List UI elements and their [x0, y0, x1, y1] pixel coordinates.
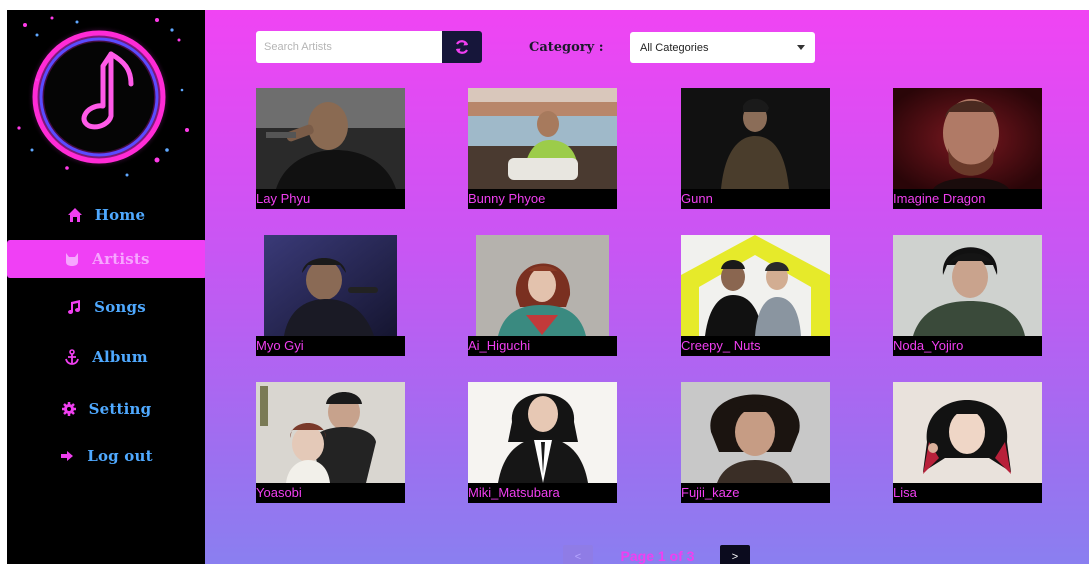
artist-photo	[256, 382, 405, 483]
category-select[interactable]: All Categories	[630, 32, 815, 63]
chevron-down-icon	[797, 45, 805, 50]
artist-name: Noda_Yojiro	[893, 336, 1042, 356]
page-indicator: Page 1 of 3	[620, 548, 695, 564]
sidebar-item-label: Log out	[87, 447, 153, 465]
artist-photo	[681, 88, 830, 189]
main-content: Category : All Categories Lay Phyu	[205, 10, 1089, 564]
sidebar-item-label: Home	[94, 206, 146, 224]
artist-card[interactable]: Noda_Yojiro	[893, 235, 1042, 356]
artist-card[interactable]: Bunny Phyoe	[468, 88, 617, 209]
sidebar-item-setting[interactable]: Setting	[7, 390, 205, 428]
artist-photo	[893, 382, 1042, 483]
artist-card[interactable]: Myo Gyi	[256, 235, 405, 356]
logout-icon	[59, 448, 75, 464]
next-page-button[interactable]: >	[720, 545, 750, 564]
artist-card[interactable]: Yoasobi	[256, 382, 405, 503]
sidebar-item-album[interactable]: Album	[7, 338, 205, 376]
artist-name: Ai_Higuchi	[468, 336, 617, 356]
artist-photo	[893, 88, 1042, 189]
sidebar-item-artists[interactable]: Artists	[7, 240, 207, 278]
artist-name: Yoasobi	[256, 483, 405, 503]
artist-name: Myo Gyi	[256, 336, 405, 356]
artist-name: Creepy_ Nuts	[681, 336, 830, 356]
category-label: Category :	[529, 40, 604, 55]
category-selected-value: All Categories	[640, 41, 709, 54]
artist-name: Miki_Matsubara	[468, 483, 617, 503]
artist-card[interactable]: Lisa	[893, 382, 1042, 503]
artist-photo	[468, 382, 617, 483]
artist-photo	[893, 235, 1042, 336]
artist-name: Lisa	[893, 483, 1042, 503]
artist-photo	[476, 235, 609, 336]
artist-card[interactable]: Imagine Dragon	[893, 88, 1042, 209]
sidebar-item-logout[interactable]: Log out	[7, 437, 205, 475]
gear-icon	[61, 401, 77, 417]
artist-photo	[681, 235, 830, 336]
sidebar: Home Artists Songs Album Setting Log out	[7, 10, 207, 564]
sidebar-item-label: Songs	[94, 298, 146, 316]
artist-card[interactable]: Lay Phyu	[256, 88, 405, 209]
artist-photo	[468, 88, 617, 189]
cat-icon	[64, 251, 80, 267]
artist-name: Imagine Dragon	[893, 189, 1042, 209]
artist-photo	[681, 382, 830, 483]
artist-photo	[264, 235, 397, 336]
sidebar-item-home[interactable]: Home	[7, 196, 205, 234]
artist-card[interactable]: Gunn	[681, 88, 830, 209]
sidebar-item-songs[interactable]: Songs	[7, 288, 205, 326]
app-logo	[7, 10, 205, 190]
sidebar-item-label: Album	[92, 348, 148, 366]
sidebar-item-label: Artists	[92, 250, 150, 268]
app-window: Home Artists Songs Album Setting Log out…	[7, 10, 1089, 564]
prev-page-button[interactable]: <	[563, 545, 593, 564]
search-input[interactable]	[256, 31, 442, 63]
artist-name: Fujii_kaze	[681, 483, 830, 503]
artist-card[interactable]: Creepy_ Nuts	[681, 235, 830, 356]
refresh-icon	[455, 40, 469, 54]
artist-name: Gunn	[681, 189, 830, 209]
artist-card[interactable]: Fujii_kaze	[681, 382, 830, 503]
artist-card[interactable]: Miki_Matsubara	[468, 382, 617, 503]
home-icon	[67, 207, 83, 223]
artist-card[interactable]: Ai_Higuchi	[468, 235, 617, 356]
music-icon	[66, 299, 82, 315]
anchor-icon	[64, 349, 80, 365]
artist-name: Bunny Phyoe	[468, 189, 617, 209]
refresh-button[interactable]	[442, 31, 482, 63]
artist-name: Lay Phyu	[256, 189, 405, 209]
artist-photo	[256, 88, 405, 189]
music-note-logo-icon	[17, 16, 189, 177]
sidebar-item-label: Setting	[88, 400, 152, 418]
